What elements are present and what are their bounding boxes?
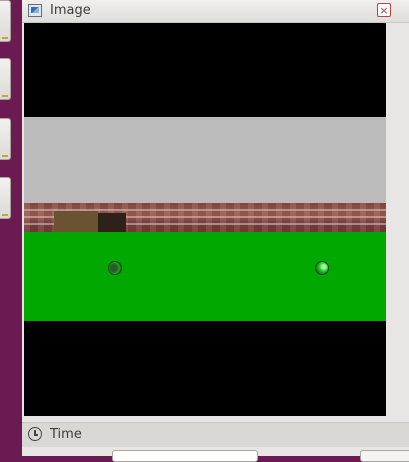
time-panel-header[interactable]: Time [22,422,409,448]
camera-image[interactable] [24,23,386,416]
sidebar-button-1[interactable] [0,0,11,42]
time-panel-title: Time [50,427,82,442]
image-background-wall [24,117,386,203]
sidebar-button-2[interactable] [0,58,11,100]
sidebar-button-3[interactable] [0,118,11,160]
sidebar-button-4[interactable] [0,177,11,219]
close-button[interactable]: × [377,3,391,17]
image-ground [24,232,386,321]
image-box-dark [98,213,126,233]
desktop-sidebar [0,0,22,456]
image-viewer-icon [28,4,42,17]
image-box-light [54,211,98,233]
time-field[interactable] [112,450,258,462]
image-window: Image × Time [22,0,409,462]
time-button[interactable] [360,450,409,462]
clock-icon [28,427,42,441]
ball-left [108,261,122,275]
window-titlebar[interactable]: Image × [22,0,409,23]
ball-right [315,261,329,275]
window-title: Image [50,3,91,18]
